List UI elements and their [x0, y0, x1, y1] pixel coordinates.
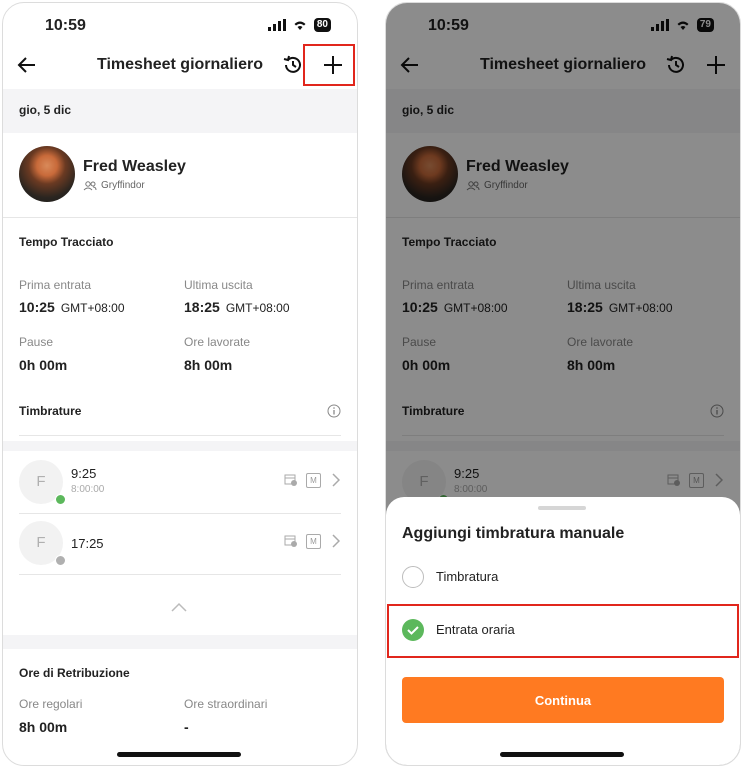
- option-label: Timbratura: [436, 569, 499, 584]
- punches-title: Timbrature: [19, 404, 82, 418]
- status-dot: [55, 494, 66, 505]
- sheet-handle[interactable]: [538, 506, 586, 510]
- highlight-box-option: [387, 604, 739, 658]
- user-team: Gryffindor: [83, 180, 145, 191]
- worked-value: 8h 00m: [184, 357, 233, 373]
- divider: [3, 217, 357, 218]
- date-band: gio, 5 dic: [3, 89, 357, 133]
- sheet-title: Aggiungi timbratura manuale: [402, 525, 625, 542]
- date-label: gio, 5 dic: [19, 103, 72, 117]
- pay-title: Ore di Retribuzione: [19, 666, 130, 680]
- punch-row[interactable]: F 17:25 M: [3, 515, 357, 573]
- battery-indicator: 80: [313, 18, 331, 32]
- punch-row[interactable]: F 9:25 8:00:00 M: [3, 454, 357, 512]
- user-profile: Fred Weasley Gryffindor: [3, 146, 357, 206]
- info-icon[interactable]: [327, 404, 341, 418]
- highlight-box-add: [303, 44, 355, 86]
- worked-label: Ore lavorate: [184, 335, 251, 349]
- radio-unchecked-icon[interactable]: [402, 566, 424, 588]
- last-out-label: Ultima uscita: [184, 278, 253, 292]
- regular-label: Ore regolari: [19, 697, 83, 711]
- status-dot: [55, 555, 66, 566]
- avatar: [19, 146, 75, 202]
- right-screen: 10:59 79 Timesheet giornaliero gio, 5 di…: [385, 2, 741, 766]
- punch-time: 17:25: [71, 536, 104, 551]
- manual-badge: M: [306, 534, 321, 549]
- first-in-label: Prima entrata: [19, 278, 92, 292]
- calendar-icon: [284, 535, 297, 547]
- signal-icon: [267, 19, 286, 31]
- pause-label: Pause: [19, 335, 54, 349]
- group-icon: [83, 180, 97, 190]
- left-screen: 10:59 80 Timesheet giornaliero gio, 5 di…: [2, 2, 358, 766]
- chevron-right-icon: [332, 473, 340, 487]
- regular-value: 8h 00m: [19, 719, 68, 735]
- continue-button[interactable]: Continua: [402, 677, 724, 723]
- bottom-sheet: Aggiungi timbratura manuale Timbratura E…: [386, 497, 740, 765]
- divider: [19, 435, 341, 436]
- divider: [19, 574, 341, 575]
- divider: [19, 513, 341, 514]
- team-label: Gryffindor: [101, 180, 145, 191]
- tracked-title: Tempo Tracciato: [19, 235, 114, 249]
- punch-duration: 8:00:00: [71, 484, 105, 495]
- status-bar: 10:59 80: [3, 3, 357, 47]
- last-out-value: 18:25 GMT+08:00: [184, 299, 290, 315]
- section-gap: [3, 635, 357, 649]
- chevron-up-icon[interactable]: [171, 602, 187, 612]
- home-indicator: [500, 752, 624, 757]
- option-timbratura[interactable]: Timbratura: [386, 552, 740, 604]
- overtime-label: Ore straordinari: [184, 697, 268, 711]
- history-icon[interactable]: [281, 53, 305, 77]
- user-name: Fred Weasley: [83, 158, 186, 175]
- overtime-value: -: [184, 719, 189, 735]
- home-indicator: [117, 752, 241, 757]
- first-in-value: 10:25 GMT+08:00: [19, 299, 125, 315]
- punch-time: 9:25: [71, 466, 97, 481]
- status-time: 10:59: [45, 17, 86, 34]
- manual-badge: M: [306, 473, 321, 488]
- chevron-right-icon: [332, 534, 340, 548]
- calendar-icon: [284, 474, 297, 486]
- section-gap: [3, 441, 357, 451]
- pause-value: 0h 00m: [19, 357, 68, 373]
- wifi-icon: [294, 21, 306, 30]
